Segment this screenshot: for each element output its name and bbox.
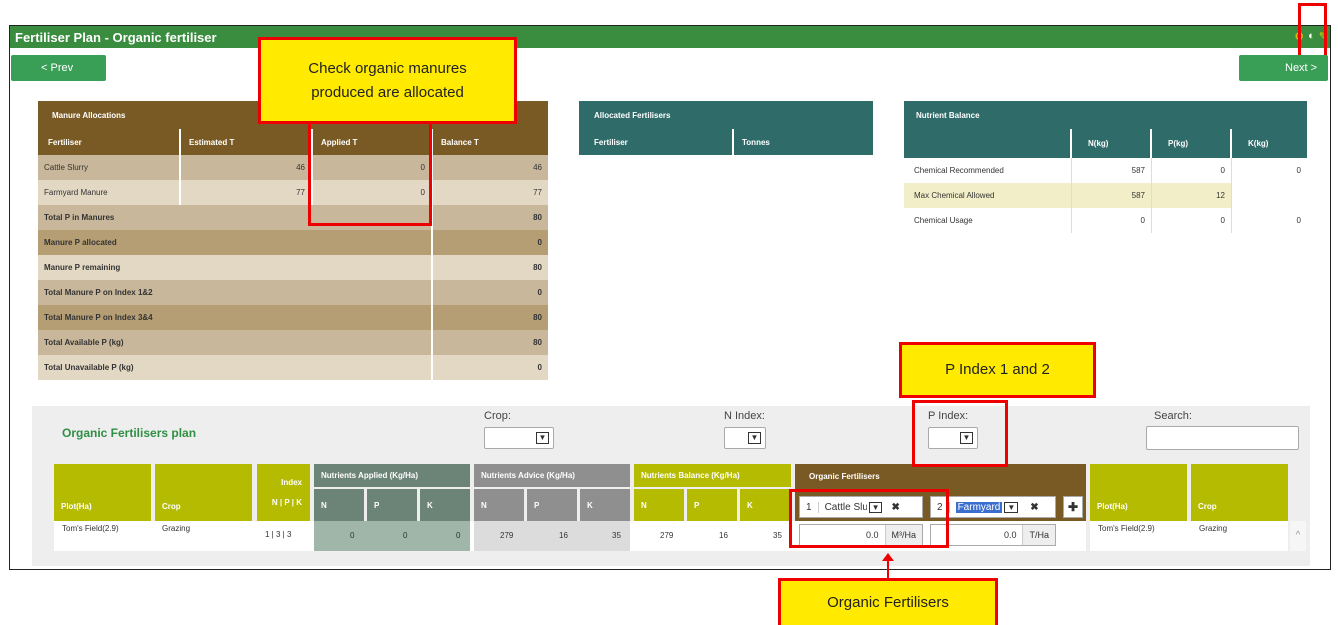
- next-button[interactable]: Next >: [1239, 55, 1328, 81]
- manure-allocations-panel: Manure Allocations Fertiliser Estimated …: [38, 101, 548, 380]
- col-plot: Plot(Ha): [54, 464, 151, 521]
- table-row: Max Chemical Allowed 587 12: [904, 183, 1307, 208]
- highlight-organic: [789, 489, 949, 548]
- arrow-head: [882, 553, 894, 561]
- prev-button[interactable]: < Prev: [11, 55, 106, 81]
- crop-label: Crop:: [484, 410, 511, 422]
- highlight-pindex: [912, 400, 1008, 467]
- total-row: Total Manure P on Index 3&4 80: [38, 305, 548, 330]
- allocated-fertilisers-panel: Allocated Fertilisers Fertiliser Tonnes: [579, 101, 873, 155]
- col-balance: Nutrients Balance (Kg/Ha): [634, 464, 791, 487]
- table-row: Chemical Recommended 587 0 0: [904, 158, 1307, 183]
- col-plot-right: Plot(Ha): [1090, 464, 1187, 521]
- col-estimated: Estimated T: [181, 129, 313, 155]
- scroll-up-icon[interactable]: ^: [1290, 521, 1306, 551]
- col-crop-right: Crop: [1191, 464, 1288, 521]
- search-input[interactable]: [1146, 426, 1299, 450]
- callout-manures: Check organic manures produced are alloc…: [258, 37, 517, 124]
- total-row: Manure P allocated 0: [38, 230, 548, 255]
- remove-icon[interactable]: ✖: [1030, 502, 1038, 513]
- chevron-down-icon: ▼: [1004, 501, 1019, 513]
- callout-pindex: P Index 1 and 2: [899, 342, 1096, 398]
- col-index: Index N | P | K: [257, 464, 310, 521]
- window-title: Fertiliser Plan - Organic fertiliser: [10, 26, 1330, 48]
- total-row: Total Manure P on Index 1&2 0: [38, 280, 548, 305]
- nindex-select[interactable]: ▼: [724, 427, 766, 449]
- panel-title: Manure Allocations: [52, 110, 126, 120]
- col-crop: Crop: [155, 464, 252, 521]
- col-applied: Nutrients Applied (Kg/Ha): [314, 464, 470, 487]
- col-organic: Organic Fertilisers: [795, 464, 1086, 489]
- search-label: Search:: [1154, 410, 1192, 422]
- col-fertiliser: Fertiliser: [38, 129, 181, 155]
- table-row: Cattle Slurry 46 0 46: [38, 155, 548, 180]
- table-row: Farmyard Manure 77 0 77: [38, 180, 548, 205]
- total-row: Total Available P (kg) 80: [38, 330, 548, 355]
- plan-title: Organic Fertilisers plan: [62, 426, 197, 440]
- total-row: Total Unavailable P (kg) 0: [38, 355, 548, 380]
- crop-select[interactable]: ▼: [484, 427, 554, 449]
- table-row: Chemical Usage 0 0 0: [904, 208, 1307, 233]
- arrow-line: [887, 559, 889, 579]
- col-balance: Balance T: [433, 129, 548, 155]
- highlight-icons: [1298, 3, 1327, 63]
- callout-organic: Organic Fertilisers: [778, 578, 998, 625]
- highlight-applied-column: [308, 120, 432, 226]
- add-icon[interactable]: ✚: [1063, 496, 1083, 518]
- total-row: Manure P remaining 80: [38, 255, 548, 280]
- total-row: Total P in Manures 80: [38, 205, 548, 230]
- chevron-down-icon: ▼: [748, 432, 761, 444]
- chevron-down-icon: ▼: [536, 432, 549, 444]
- col-advice: Nutrients Advice (Kg/Ha): [474, 464, 630, 487]
- nutrient-balance-panel: Nutrient Balance N(kg) P(kg) K(kg) Chemi…: [904, 101, 1307, 233]
- nindex-label: N Index:: [724, 410, 765, 422]
